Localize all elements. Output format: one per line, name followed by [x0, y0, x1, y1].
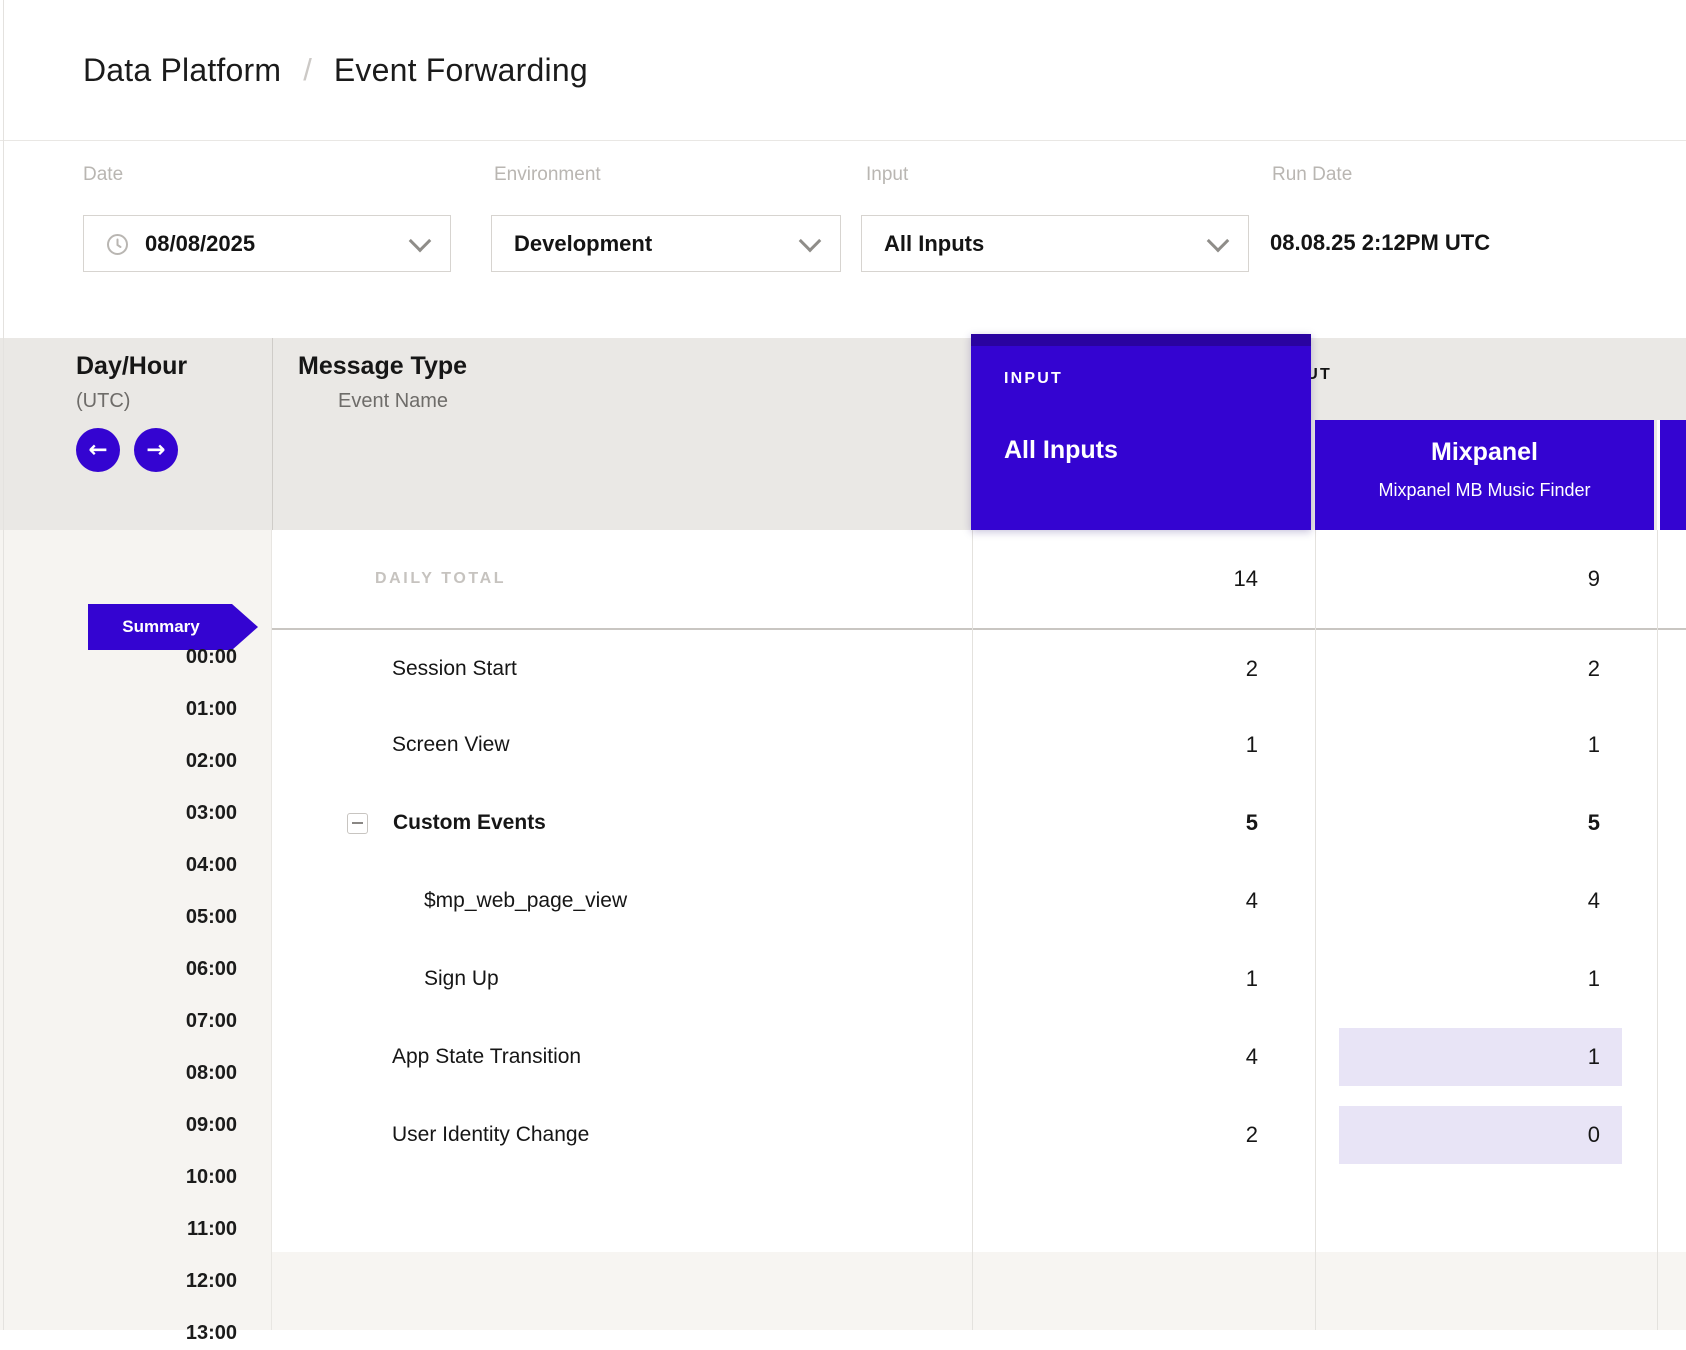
day-hour-timezone: (UTC)	[76, 390, 130, 413]
event-row-mp-web-page-view: $mp_web_page_view 4 4	[272, 862, 1686, 940]
event-name: Session Start	[392, 630, 517, 708]
environment-value: Development	[514, 231, 652, 257]
event-row-custom-events: Custom Events 5 5	[272, 784, 1686, 862]
hour-label-04[interactable]: 04:00	[0, 854, 237, 882]
daily-total-input-count: 14	[972, 530, 1315, 628]
run-date-value: 08.08.25 2:12PM UTC	[1270, 230, 1490, 256]
hour-label-12[interactable]: 12:00	[0, 1270, 237, 1298]
input-value: All Inputs	[884, 231, 984, 257]
previous-day-button[interactable]: ←	[76, 428, 120, 472]
hour-label-13[interactable]: 13:00	[0, 1322, 237, 1350]
output-count: 1	[1315, 706, 1657, 784]
table-footer-band	[272, 1252, 1686, 1330]
output-count: 0	[1588, 1122, 1600, 1148]
output-cell: 0	[1315, 1096, 1657, 1174]
input-filter-label: Input	[866, 164, 908, 186]
chevron-down-icon	[409, 229, 432, 252]
header-column-divider	[272, 338, 273, 530]
highlighted-cell: 0	[1339, 1106, 1622, 1164]
daily-total-output-count: 9	[1315, 530, 1657, 628]
input-count: 1	[972, 940, 1315, 1018]
hour-label-09[interactable]: 09:00	[0, 1114, 237, 1142]
output-column-header-partial	[1657, 420, 1686, 530]
hour-label-00[interactable]: 00:00	[0, 646, 237, 674]
page-title: Event Forwarding	[334, 52, 588, 89]
grid-line-output-2	[1657, 530, 1658, 1330]
hour-label-03[interactable]: 03:00	[0, 802, 237, 830]
event-name: Screen View	[392, 706, 510, 784]
output-count: 1	[1315, 940, 1657, 1018]
breadcrumb: Data Platform / Event Forwarding	[0, 0, 1686, 141]
hour-label-01[interactable]: 01:00	[0, 698, 237, 726]
hour-label-07[interactable]: 07:00	[0, 1010, 237, 1038]
input-count: 2	[972, 1096, 1315, 1174]
input-section-label: INPUT	[1004, 370, 1063, 388]
event-name: App State Transition	[392, 1018, 581, 1096]
event-name: User Identity Change	[392, 1096, 589, 1174]
arrow-right-icon: →	[146, 439, 165, 462]
grid-line-input	[972, 530, 973, 1330]
highlighted-cell: 1	[1339, 1028, 1622, 1086]
input-dropdown[interactable]: All Inputs	[861, 215, 1249, 272]
input-count: 1	[972, 706, 1315, 784]
date-value: 08/08/2025	[145, 231, 255, 257]
input-column-header: INPUT All Inputs	[971, 334, 1311, 530]
output-cell: 1	[1315, 1018, 1657, 1096]
output-count: 5	[1315, 784, 1657, 862]
input-count: 4	[972, 1018, 1315, 1096]
input-count: 4	[972, 862, 1315, 940]
event-name: Sign Up	[424, 940, 499, 1018]
hour-label-05[interactable]: 05:00	[0, 906, 237, 934]
input-count: 2	[972, 630, 1315, 708]
event-row-screen-view: Screen View 1 1	[272, 706, 1686, 784]
event-row-session-start: Session Start 2 2	[272, 630, 1686, 708]
hour-label-10[interactable]: 10:00	[0, 1166, 237, 1194]
chevron-down-icon	[1207, 229, 1230, 252]
output-subname: Mixpanel MB Music Finder	[1315, 480, 1654, 501]
breadcrumb-section[interactable]: Data Platform	[83, 52, 281, 89]
summary-label: Summary	[122, 617, 199, 637]
message-type-column-title: Message Type	[298, 352, 467, 381]
breadcrumb-separator: /	[303, 52, 312, 88]
summary-row-selector[interactable]: Summary	[88, 604, 258, 650]
input-count: 5	[972, 784, 1315, 862]
run-date-label: Run Date	[1272, 164, 1352, 186]
left-edge-divider	[3, 0, 4, 1330]
date-filter-label: Date	[83, 164, 123, 186]
next-day-button[interactable]: →	[134, 428, 178, 472]
collapse-icon[interactable]	[347, 813, 368, 834]
hour-label-06[interactable]: 06:00	[0, 958, 237, 986]
event-name: Custom Events	[393, 811, 546, 835]
output-count: 4	[1315, 862, 1657, 940]
arrow-left-icon: ←	[88, 439, 107, 462]
day-hour-column-title: Day/Hour	[76, 352, 187, 381]
chevron-down-icon	[799, 229, 822, 252]
hour-label-08[interactable]: 08:00	[0, 1062, 237, 1090]
output-name: Mixpanel	[1315, 438, 1654, 467]
event-row-user-identity-change: User Identity Change 2 0	[272, 1096, 1686, 1174]
input-header-top-strip	[971, 334, 1311, 346]
output-count: 2	[1315, 630, 1657, 708]
daily-total-label: DAILY TOTAL	[375, 530, 506, 628]
environment-dropdown[interactable]: Development	[491, 215, 841, 272]
output-column-header-mixpanel: Mixpanel Mixpanel MB Music Finder	[1315, 420, 1654, 530]
daily-total-row: DAILY TOTAL 14 9	[272, 530, 1686, 630]
clock-icon	[106, 233, 129, 256]
output-count: 1	[1588, 1044, 1600, 1070]
date-dropdown[interactable]: 08/08/2025	[83, 215, 451, 272]
grid-line-output	[1315, 530, 1316, 1330]
event-row-sign-up: Sign Up 1 1	[272, 940, 1686, 1018]
input-column-name: All Inputs	[1004, 436, 1118, 465]
hour-label-02[interactable]: 02:00	[0, 750, 237, 778]
hour-label-11[interactable]: 11:00	[0, 1218, 237, 1246]
environment-filter-label: Environment	[494, 164, 601, 186]
event-name-subtitle: Event Name	[338, 390, 448, 413]
event-name: $mp_web_page_view	[424, 862, 627, 940]
event-row-app-state-transition: App State Transition 4 1	[272, 1018, 1686, 1096]
